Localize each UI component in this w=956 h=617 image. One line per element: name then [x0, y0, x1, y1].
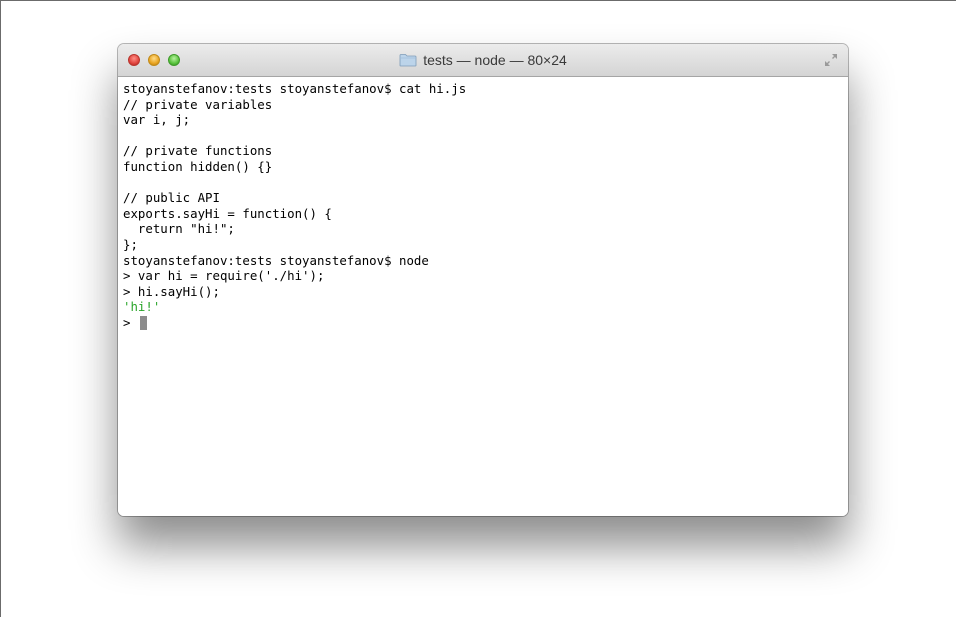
terminal-window: tests — node — 80×24 stoyanstefanov:test…	[118, 44, 848, 516]
window-title-group: tests — node — 80×24	[118, 44, 848, 76]
terminal-prompt-line[interactable]: >	[123, 315, 843, 331]
terminal-line: exports.sayHi = function() {	[123, 205, 332, 221]
prompt-symbol: >	[123, 314, 138, 330]
terminal-line: var i, j;	[123, 112, 191, 128]
folder-icon	[399, 53, 417, 67]
terminal-line: };	[123, 236, 138, 252]
fullscreen-icon[interactable]	[824, 53, 838, 67]
window-title: tests — node — 80×24	[423, 52, 567, 68]
title-bar[interactable]: tests — node — 80×24	[118, 44, 848, 77]
page-border-left	[0, 0, 1, 617]
text-cursor	[139, 315, 147, 330]
terminal-line: > hi.sayHi();	[123, 283, 220, 299]
terminal-line: // public API	[123, 190, 220, 206]
terminal-line: function hidden() {}	[123, 158, 273, 174]
terminal-line: stoyanstefanov:tests stoyanstefanov$ nod…	[123, 252, 429, 268]
terminal-line: stoyanstefanov:tests stoyanstefanov$ cat…	[123, 81, 467, 96]
terminal-line: > var hi = require('./hi');	[123, 268, 325, 284]
terminal-line: return "hi!";	[123, 221, 235, 237]
terminal-line: // private functions	[123, 143, 273, 159]
terminal-line: // private variables	[123, 96, 273, 112]
page-border-top	[0, 0, 956, 1]
terminal-result-line: 'hi!'	[123, 299, 161, 315]
terminal-output[interactable]: stoyanstefanov:tests stoyanstefanov$ cat…	[118, 77, 848, 516]
